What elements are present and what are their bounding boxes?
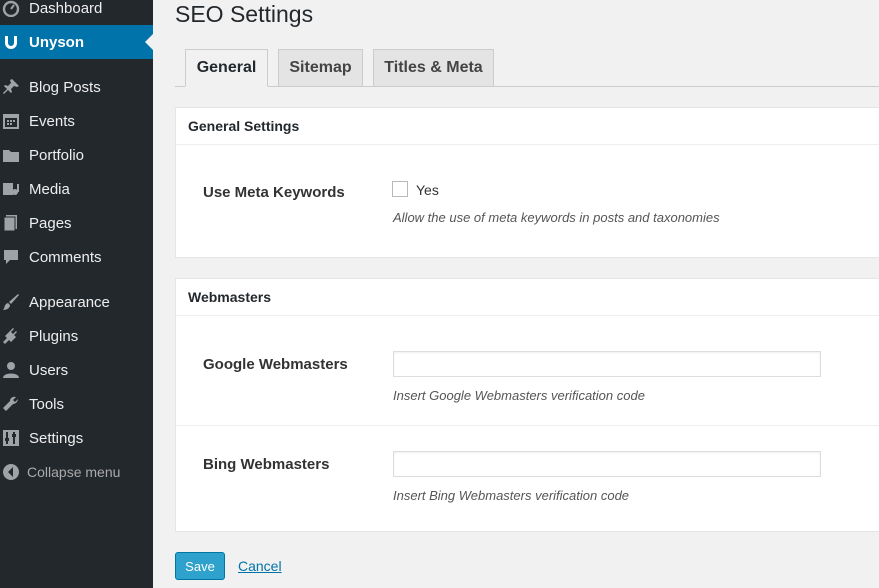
google-webmasters-description: Insert Google Webmasters verification co… bbox=[393, 388, 645, 403]
sidebar-item-label: Media bbox=[29, 180, 70, 198]
comment-icon bbox=[2, 248, 20, 266]
bing-webmasters-label: Bing Webmasters bbox=[203, 456, 330, 473]
tab-sitemap[interactable]: Sitemap bbox=[278, 49, 363, 87]
google-webmasters-label: Google Webmasters bbox=[203, 356, 348, 373]
pin-icon bbox=[2, 78, 20, 96]
sidebar-item-pages[interactable]: Pages bbox=[0, 206, 153, 240]
meta-keywords-checkbox-label[interactable]: Yes bbox=[416, 182, 439, 198]
page-title: SEO Settings bbox=[175, 1, 314, 27]
sidebar-item-blog-posts[interactable]: Blog Posts bbox=[0, 70, 153, 104]
media-icon bbox=[2, 180, 20, 198]
sidebar-item-settings[interactable]: Settings bbox=[0, 421, 153, 455]
sidebar-item-users[interactable]: Users bbox=[0, 353, 153, 387]
row-divider bbox=[176, 425, 879, 426]
sidebar-item-label: Unyson bbox=[29, 33, 85, 51]
calendar-icon bbox=[2, 112, 20, 130]
sidebar-item-label: Tools bbox=[29, 395, 65, 413]
sidebar-item-comments[interactable]: Comments bbox=[0, 240, 153, 274]
meta-keywords-description: Allow the use of meta keywords in posts … bbox=[393, 210, 720, 225]
tab-titles-meta[interactable]: Titles & Meta bbox=[373, 49, 494, 87]
admin-sidebar: Dashboard Unyson Blog Posts Events Portf… bbox=[0, 0, 153, 588]
sidebar-item-label: Events bbox=[29, 112, 75, 130]
sidebar-item-label: Portfolio bbox=[29, 146, 85, 164]
cancel-link[interactable]: Cancel bbox=[238, 558, 282, 574]
meta-keywords-label: Use Meta Keywords bbox=[203, 184, 345, 201]
sidebar-item-label: Dashboard bbox=[29, 0, 103, 17]
sidebar-item-appearance[interactable]: Appearance bbox=[0, 285, 153, 319]
collapse-icon bbox=[2, 463, 20, 481]
wrench-icon bbox=[2, 395, 20, 413]
sidebar-item-label: Appearance bbox=[29, 293, 110, 311]
dashboard-icon bbox=[2, 0, 20, 17]
sidebar-item-plugins[interactable]: Plugins bbox=[0, 319, 153, 353]
sidebar-item-unyson[interactable]: Unyson bbox=[0, 25, 153, 59]
unyson-icon bbox=[2, 33, 20, 51]
collapse-menu-button[interactable]: Collapse menu bbox=[0, 455, 153, 489]
sidebar-item-portfolio[interactable]: Portfolio bbox=[0, 138, 153, 172]
sidebar-item-label: Comments bbox=[29, 248, 102, 266]
sidebar-item-dashboard[interactable]: Dashboard bbox=[0, 0, 153, 25]
settings-icon bbox=[2, 429, 20, 447]
general-settings-header: General Settings bbox=[176, 108, 879, 145]
plug-icon bbox=[2, 327, 20, 345]
pages-icon bbox=[2, 214, 20, 232]
webmasters-header: Webmasters bbox=[176, 279, 879, 316]
folder-icon bbox=[2, 146, 20, 164]
tab-general[interactable]: General bbox=[185, 49, 268, 87]
collapse-menu-label: Collapse menu bbox=[27, 464, 121, 480]
save-button[interactable]: Save bbox=[175, 552, 225, 580]
sidebar-item-label: Blog Posts bbox=[29, 78, 101, 96]
sidebar-item-tools[interactable]: Tools bbox=[0, 387, 153, 421]
brush-icon bbox=[2, 293, 20, 311]
sidebar-item-media[interactable]: Media bbox=[0, 172, 153, 206]
sidebar-item-label: Pages bbox=[29, 214, 72, 232]
sidebar-item-label: Users bbox=[29, 361, 69, 379]
google-webmasters-input[interactable] bbox=[393, 351, 821, 377]
general-settings-box: General Settings Use Meta Keywords Yes A… bbox=[175, 107, 879, 258]
webmasters-box: Webmasters Google Webmasters Insert Goog… bbox=[175, 278, 879, 532]
sidebar-item-label: Settings bbox=[29, 429, 84, 447]
bing-webmasters-description: Insert Bing Webmasters verification code bbox=[393, 488, 630, 503]
sidebar-item-label: Plugins bbox=[29, 327, 79, 345]
sidebar-item-events[interactable]: Events bbox=[0, 104, 153, 138]
meta-keywords-checkbox[interactable] bbox=[392, 181, 408, 197]
bing-webmasters-input[interactable] bbox=[393, 451, 821, 477]
user-icon bbox=[2, 361, 20, 379]
